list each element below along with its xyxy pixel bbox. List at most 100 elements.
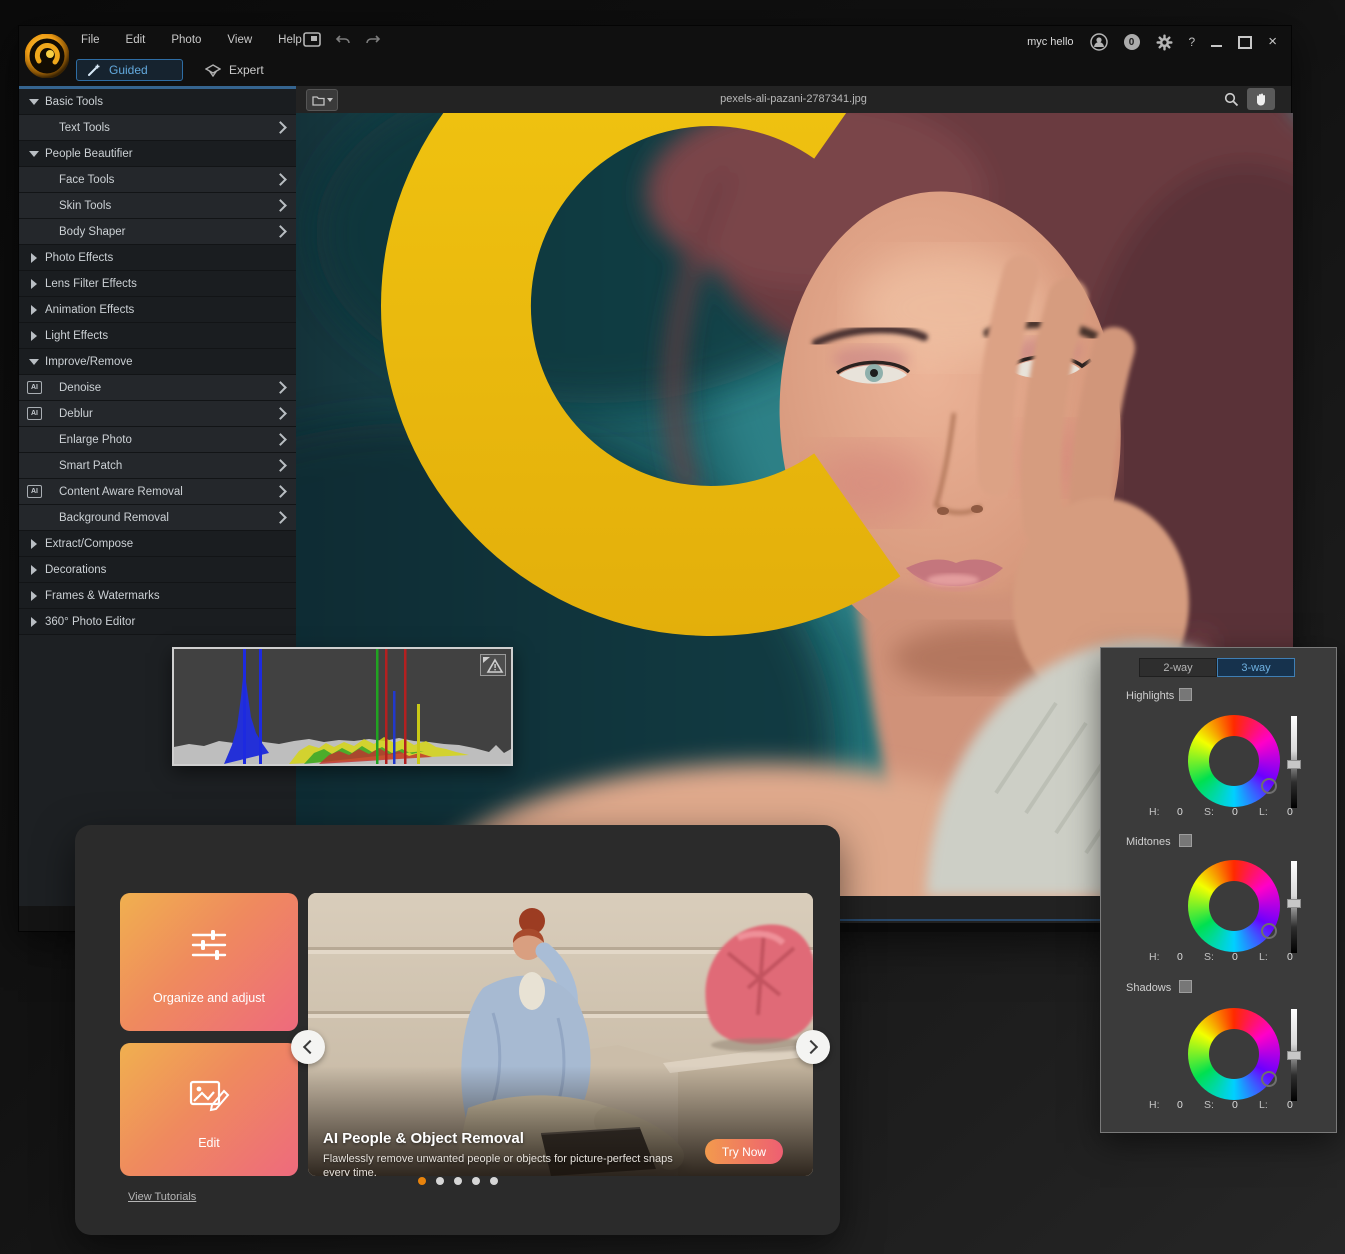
tools-sidebar: Basic Tools Text Tools People Beautifier… xyxy=(19,86,296,906)
sidebar-item-animation-effects[interactable]: Animation Effects xyxy=(19,297,296,323)
midtones-color-picker-icon[interactable] xyxy=(1261,923,1277,939)
carousel-dot[interactable] xyxy=(417,1177,426,1185)
sidebar-item-smart-patch[interactable]: Smart Patch xyxy=(19,453,296,479)
carousel-dot[interactable] xyxy=(435,1177,444,1185)
sidebar-item-decorations[interactable]: Decorations xyxy=(19,557,296,583)
menu-edit[interactable]: Edit xyxy=(126,34,146,46)
chevron-right-icon xyxy=(274,433,287,446)
menu-view[interactable]: View xyxy=(227,34,252,46)
histogram-warning-icon[interactable] xyxy=(480,654,506,676)
menu-help[interactable]: Help xyxy=(278,34,302,46)
chevron-right-icon xyxy=(803,1039,819,1055)
midtones-checkbox[interactable] xyxy=(1179,834,1192,847)
organize-adjust-card[interactable]: Organize and adjust xyxy=(120,893,298,1031)
carousel-next-button[interactable] xyxy=(796,1030,830,1064)
view-mode-icon[interactable] xyxy=(303,32,321,47)
sidebar-item-photo-effects[interactable]: Photo Effects xyxy=(19,245,296,271)
tab-2-way[interactable]: 2-way xyxy=(1139,658,1217,677)
menu-photo[interactable]: Photo xyxy=(171,34,201,46)
sidebar-item-content-aware-removal[interactable]: AI Content Aware Removal xyxy=(19,479,296,505)
tab-expert-label: Expert xyxy=(229,63,264,77)
try-now-button[interactable]: Try Now xyxy=(705,1139,783,1164)
carousel-prev-button[interactable] xyxy=(291,1030,325,1064)
slider-handle[interactable] xyxy=(1287,899,1301,908)
carousel-dots xyxy=(75,1177,840,1185)
chevron-right-icon xyxy=(274,121,287,134)
avatar-icon[interactable] xyxy=(1089,33,1108,51)
close-button[interactable]: × xyxy=(1268,34,1277,49)
chevron-right-icon xyxy=(274,459,287,472)
sliders-icon xyxy=(189,927,229,963)
carousel-dot[interactable] xyxy=(489,1177,498,1185)
chevron-right-icon xyxy=(274,485,287,498)
chevron-left-icon xyxy=(302,1039,318,1055)
highlights-color-picker-icon[interactable] xyxy=(1261,778,1277,794)
slider-handle[interactable] xyxy=(1287,760,1301,769)
shadows-label: Shadows xyxy=(1126,982,1172,994)
shadows-luminance-slider[interactable] xyxy=(1287,1009,1301,1101)
minimize-button[interactable] xyxy=(1211,45,1223,47)
menu-file[interactable]: File xyxy=(81,34,100,46)
wand-icon xyxy=(87,63,101,77)
sidebar-item-extract-compose[interactable]: Extract/Compose xyxy=(19,531,296,557)
sidebar-item-frames-watermarks[interactable]: Frames & Watermarks xyxy=(19,583,296,609)
slider-handle[interactable] xyxy=(1287,1051,1301,1060)
welcome-promo-panel: Organize and adjust Edit AI People & Obj… xyxy=(75,825,840,1235)
chevron-right-icon xyxy=(274,407,287,420)
sidebar-item-text-tools[interactable]: Text Tools xyxy=(19,115,296,141)
redo-icon[interactable] xyxy=(365,34,381,46)
sidebar-item-improve-remove[interactable]: Improve/Remove xyxy=(19,349,296,375)
shadows-checkbox[interactable] xyxy=(1179,980,1192,993)
sidebar-item-people-beautifier[interactable]: People Beautifier xyxy=(19,141,296,167)
sidebar-item-basic-tools[interactable]: Basic Tools xyxy=(19,89,296,115)
histogram-panel xyxy=(172,647,513,766)
canvas-toolbar: pexels-ali-pazani-2787341.jpg xyxy=(296,86,1291,114)
settings-gear-icon[interactable] xyxy=(1156,34,1173,51)
sidebar-item-skin-tools[interactable]: Skin Tools xyxy=(19,193,296,219)
undo-icon[interactable] xyxy=(335,34,351,46)
midtones-hsl-values: H: 0 S: 0 L: 0 xyxy=(1149,951,1293,963)
help-icon[interactable]: ? xyxy=(1189,35,1196,49)
sidebar-item-face-tools[interactable]: Face Tools xyxy=(19,167,296,193)
sidebar-item-denoise[interactable]: AI Denoise xyxy=(19,375,296,401)
sidebar-item-enlarge-photo[interactable]: Enlarge Photo xyxy=(19,427,296,453)
organize-adjust-label: Organize and adjust xyxy=(153,991,265,1005)
sidebar-item-360-photo-editor[interactable]: 360° Photo Editor xyxy=(19,609,296,635)
ai-icon: AI xyxy=(27,407,42,420)
chevron-right-icon xyxy=(274,381,287,394)
chevron-right-icon xyxy=(274,225,287,238)
edit-card[interactable]: Edit xyxy=(120,1043,298,1176)
menu-bar: File Edit Photo View Help xyxy=(81,34,302,46)
sidebar-item-background-removal[interactable]: Background Removal xyxy=(19,505,296,531)
user-name-label: myc hello xyxy=(1027,36,1074,48)
edit-label: Edit xyxy=(198,1136,220,1150)
view-tutorials-link[interactable]: View Tutorials xyxy=(128,1191,196,1203)
midtones-label: Midtones xyxy=(1126,836,1171,848)
sidebar-item-body-shaper[interactable]: Body Shaper xyxy=(19,219,296,245)
highlights-luminance-slider[interactable] xyxy=(1287,716,1301,808)
highlights-checkbox[interactable] xyxy=(1179,688,1192,701)
maximize-button[interactable] xyxy=(1238,35,1253,49)
chevron-right-icon xyxy=(274,199,287,212)
sidebar-item-deblur[interactable]: AI Deblur xyxy=(19,401,296,427)
promo-carousel[interactable]: AI People & Object Removal Flawlessly re… xyxy=(308,893,813,1176)
sidebar-item-lens-filter-effects[interactable]: Lens Filter Effects xyxy=(19,271,296,297)
tab-3-way[interactable]: 3-way xyxy=(1217,658,1295,677)
midtones-luminance-slider[interactable] xyxy=(1287,861,1301,953)
histogram-graphic xyxy=(174,649,511,764)
pan-hand-tool-button[interactable] xyxy=(1247,88,1275,110)
ai-icon: AI xyxy=(27,485,42,498)
sidebar-item-light-effects[interactable]: Light Effects xyxy=(19,323,296,349)
chevron-right-icon xyxy=(274,511,287,524)
banner-title: AI People & Object Removal xyxy=(323,1130,524,1147)
highlights-hsl-values: H: 0 S: 0 L: 0 xyxy=(1149,806,1293,818)
shadows-color-picker-icon[interactable] xyxy=(1261,1071,1277,1087)
tab-expert[interactable]: Expert xyxy=(205,59,264,81)
carousel-dot[interactable] xyxy=(471,1177,480,1185)
shadows-hsl-values: H: 0 S: 0 L: 0 xyxy=(1149,1099,1293,1111)
zoom-tool-button[interactable] xyxy=(1219,89,1243,109)
carousel-dot[interactable] xyxy=(453,1177,462,1185)
tab-guided[interactable]: Guided xyxy=(76,59,183,81)
notification-badge[interactable]: 0 xyxy=(1123,34,1140,50)
tab-guided-label: Guided xyxy=(109,63,148,77)
